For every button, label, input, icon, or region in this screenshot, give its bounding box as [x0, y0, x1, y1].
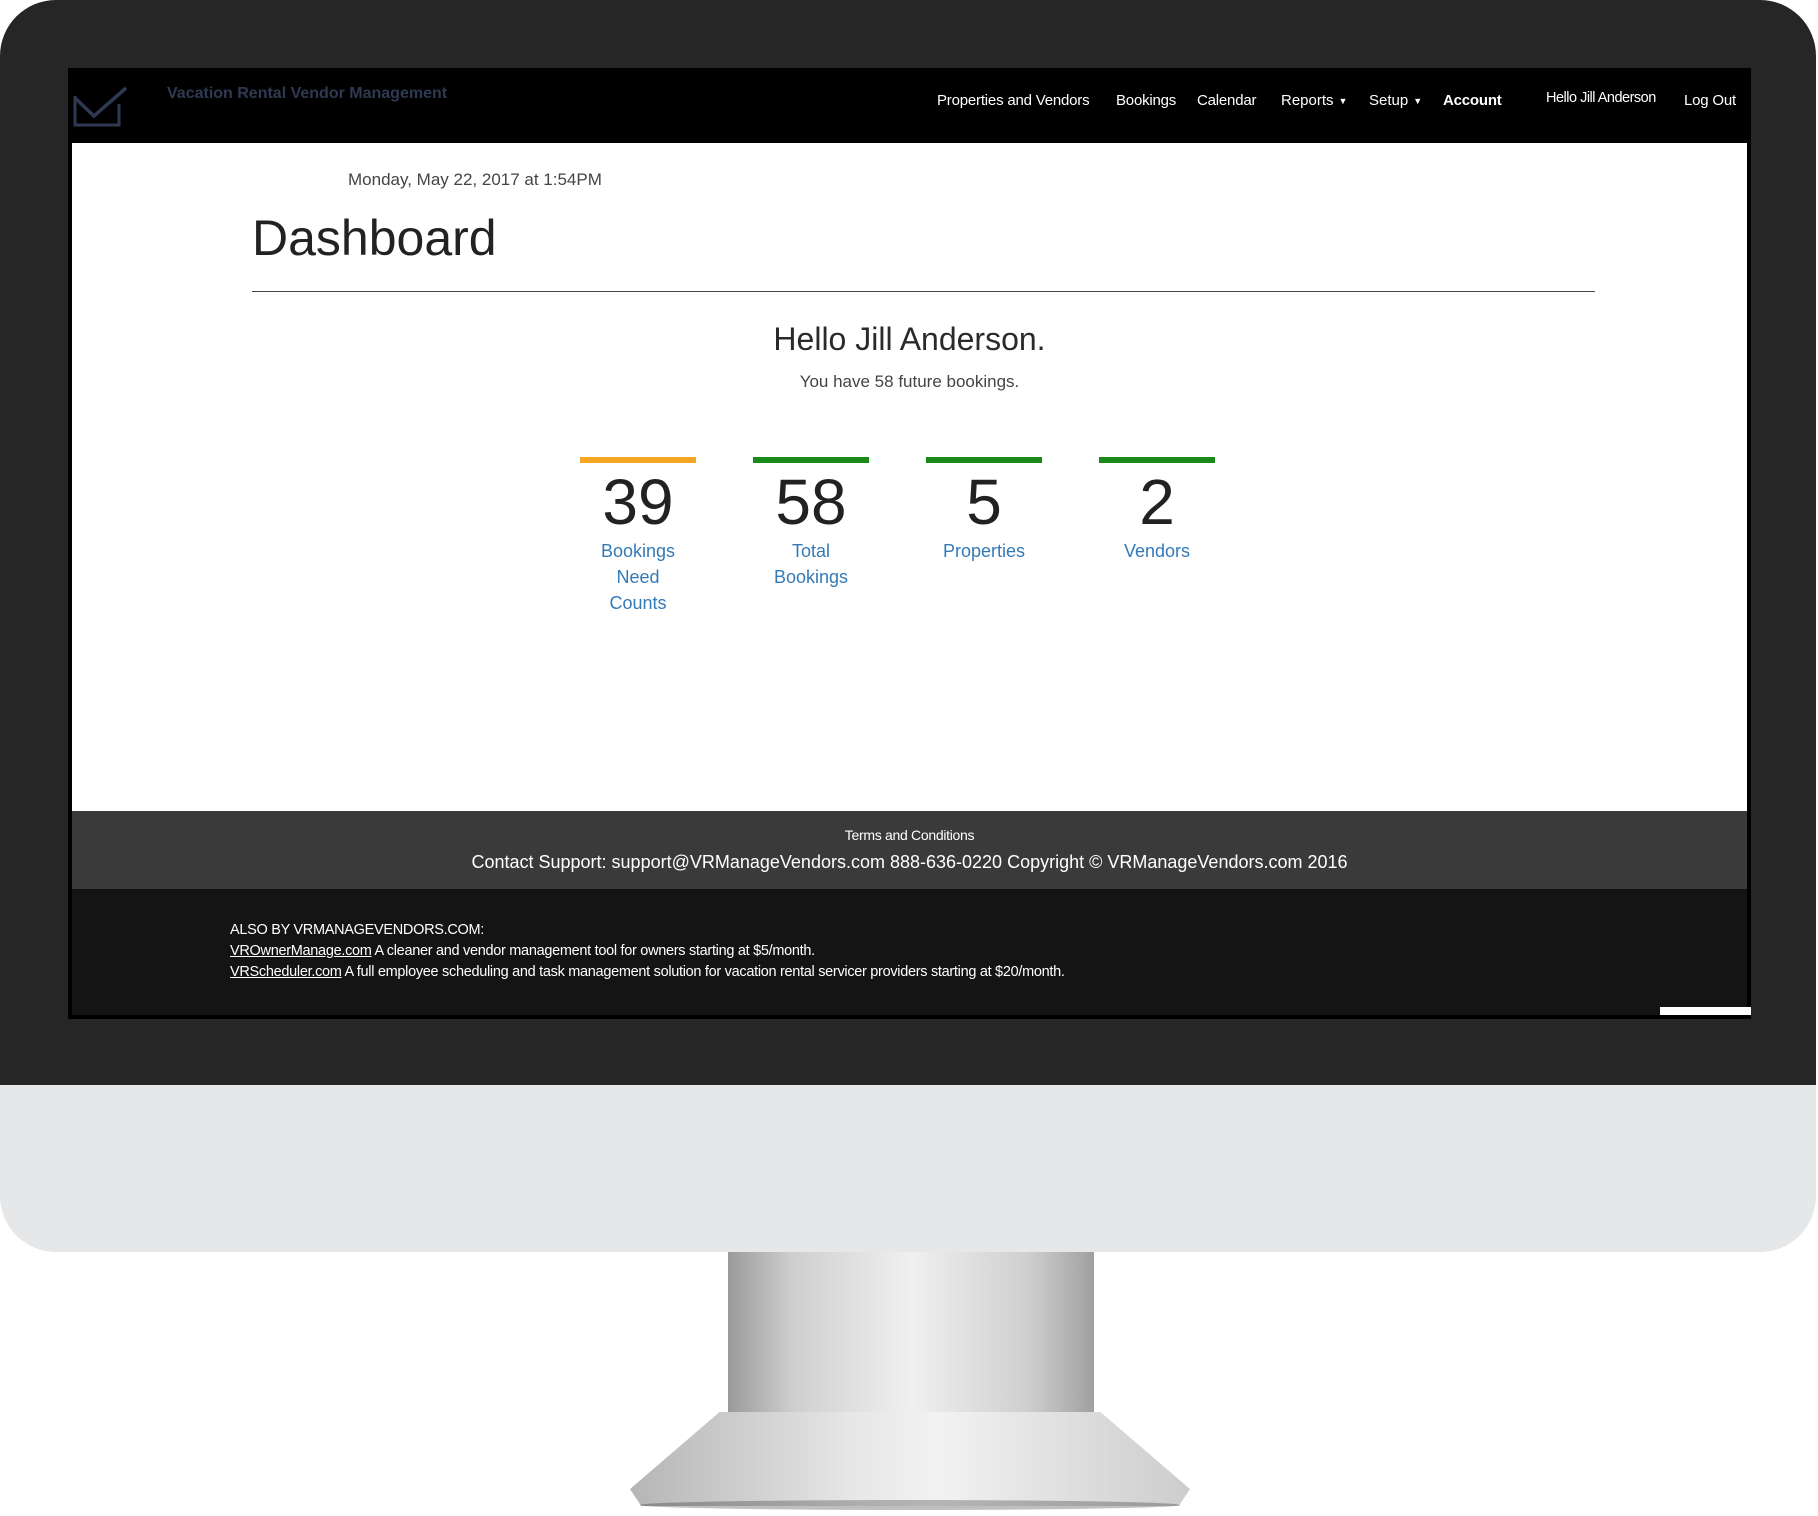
product-link-vrownermanage[interactable]: VROwnerManage.com [230, 943, 372, 959]
logout-link[interactable]: Log Out [1684, 92, 1736, 109]
caret-down-icon: ▼ [1413, 96, 1423, 107]
current-datetime: Monday, May 22, 2017 at 1:54PM [348, 170, 602, 189]
scroll-indicator [1660, 1007, 1751, 1015]
nav-reports-label: Reports [1281, 92, 1334, 109]
stand-shadow [640, 1500, 1180, 1510]
product-link-vrscheduler[interactable]: VRScheduler.com [230, 964, 342, 980]
stat-accent-bar [926, 457, 1042, 463]
nav-setup[interactable]: Setup ▼ [1369, 92, 1422, 109]
stat-accent-bar [1099, 457, 1215, 463]
stat-accent-bar [753, 457, 869, 463]
footer: Terms and Conditions Contact Support: su… [72, 811, 1747, 889]
caret-down-icon: ▼ [1338, 96, 1348, 107]
stat-vendors[interactable]: 2 Vendors [1099, 457, 1215, 564]
stat-properties[interactable]: 5 Properties [926, 457, 1042, 564]
welcome-greeting: Hello Jill Anderson. [773, 321, 1046, 357]
main-content: Monday, May 22, 2017 at 1:54PM Dashboard… [72, 143, 1747, 811]
also-by-section: ALSO BY VRMANAGEVENDORS.COM: VROwnerMana… [72, 889, 1751, 1015]
stats-row: 39 Bookings Need Counts 58 Total Booking… [580, 457, 1215, 617]
nav-calendar[interactable]: Calendar [1197, 92, 1256, 109]
future-bookings-summary: You have 58 future bookings. [799, 372, 1020, 391]
stat-bookings-need-counts[interactable]: 39 Bookings Need Counts [580, 457, 696, 616]
nav-bookings[interactable]: Bookings [1116, 92, 1176, 109]
navbar: Vacation Rental Vendor Management Proper… [68, 68, 1751, 143]
page-title: Dashboard [252, 210, 497, 266]
product-item: VROwnerManage.com A cleaner and vendor m… [230, 941, 1065, 962]
monitor-bezel: Vacation Rental Vendor Management Proper… [0, 0, 1816, 1085]
user-greeting[interactable]: Hello Jill Anderson [1546, 90, 1656, 106]
product-item: VRScheduler.com A full employee scheduli… [230, 962, 1065, 983]
stat-label-link[interactable]: Vendors [1099, 538, 1215, 564]
stat-value: 58 [775, 466, 847, 538]
monitor-frame: Vacation Rental Vendor Management Proper… [0, 0, 1816, 1252]
stat-label-link[interactable]: Bookings Need Counts [598, 538, 678, 616]
monitor-stand-neck [728, 1252, 1094, 1417]
stat-value: 39 [602, 466, 674, 538]
stat-accent-bar [580, 457, 696, 463]
title-divider [252, 291, 1595, 292]
also-by-heading: ALSO BY VRMANAGEVENDORS.COM: [230, 922, 485, 938]
nav-reports[interactable]: Reports ▼ [1281, 92, 1347, 109]
stat-value: 5 [966, 466, 1002, 538]
nav-setup-label: Setup [1369, 92, 1409, 109]
contact-support-text: Contact Support: support@VRManageVendors… [471, 852, 1348, 872]
main-nav: Properties and Vendors Bookings Calendar… [68, 90, 1751, 116]
stat-label-link[interactable]: Properties [926, 538, 1042, 564]
stat-label-link[interactable]: Total Bookings [771, 538, 851, 590]
product-description: A cleaner and vendor management tool for… [371, 943, 816, 959]
nav-account[interactable]: Account [1443, 92, 1502, 109]
also-by-list: ALSO BY VRMANAGEVENDORS.COM: VROwnerMana… [230, 920, 1065, 983]
nav-properties-and-vendors[interactable]: Properties and Vendors [937, 92, 1090, 109]
terms-link[interactable]: Terms and Conditions [72, 827, 1747, 843]
stat-value: 2 [1139, 466, 1175, 538]
monitor-stand-base [630, 1412, 1190, 1506]
product-description: A full employee scheduling and task mana… [341, 964, 1065, 980]
screen: Vacation Rental Vendor Management Proper… [68, 68, 1751, 1019]
stat-total-bookings[interactable]: 58 Total Bookings [753, 457, 869, 590]
